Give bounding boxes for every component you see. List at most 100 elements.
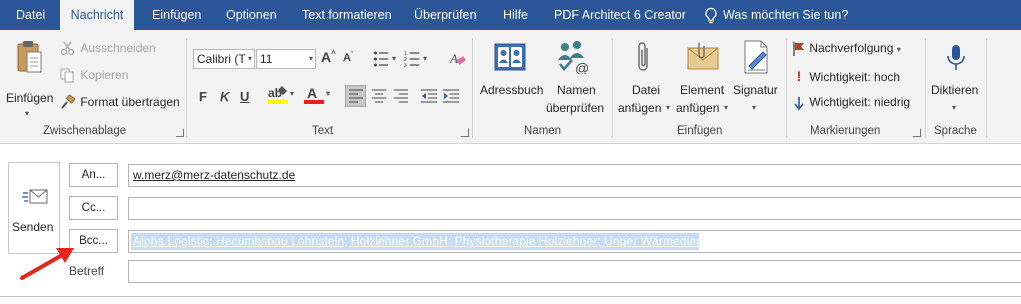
svg-text:▾: ▾ bbox=[290, 89, 294, 98]
attach-file-button[interactable]: Datei anfügen ▾ bbox=[617, 38, 675, 124]
font-size-combo[interactable]: 11 ▾ bbox=[256, 49, 316, 69]
tags-dialog-launcher[interactable] bbox=[913, 129, 921, 137]
grow-font-icon[interactable]: A^ bbox=[321, 49, 336, 65]
svg-text:▾: ▾ bbox=[423, 54, 427, 63]
send-envelope-icon bbox=[22, 189, 48, 204]
numbering-icon[interactable]: 1 2 3 ▾ bbox=[404, 50, 432, 68]
text-dialog-launcher[interactable] bbox=[461, 129, 469, 137]
tab-text-formatieren[interactable]: Text formatieren bbox=[302, 0, 392, 30]
font-name-combo[interactable]: Calibri (T ▾ bbox=[193, 49, 255, 69]
signature-button[interactable]: Signatur ▾ bbox=[733, 38, 779, 124]
tell-me-box[interactable]: Was möchten Sie tun? bbox=[704, 0, 848, 30]
flag-icon bbox=[793, 42, 804, 56]
check-names-label-1: Namen bbox=[557, 83, 596, 97]
attach-file-label-2: anfügen bbox=[618, 101, 662, 115]
copy-label: Kopieren bbox=[80, 68, 129, 82]
font-color-icon[interactable]: A ▾ bbox=[304, 84, 334, 106]
svg-text:▾: ▾ bbox=[326, 89, 330, 98]
group-divider bbox=[925, 38, 926, 138]
bcc-field[interactable]: Alpha Logistic; Hecumbsbau Lohnstein; Ho… bbox=[128, 230, 1021, 253]
align-right-icon[interactable] bbox=[394, 89, 408, 103]
to-field[interactable]: w.merz@merz-datenschutz.de bbox=[128, 164, 1021, 187]
tab-optionen[interactable]: Optionen bbox=[226, 0, 277, 30]
cc-field[interactable] bbox=[128, 197, 1021, 220]
signature-label: Signatur bbox=[733, 83, 778, 97]
clipboard-paste-icon bbox=[17, 41, 42, 73]
dictate-label: Diktieren bbox=[931, 83, 979, 97]
tab-pdf-architect[interactable]: PDF Architect 6 Creator bbox=[554, 0, 686, 30]
chevron-down-icon: ▾ bbox=[308, 54, 313, 63]
highlighter-icon[interactable]: ab ▾ bbox=[268, 84, 298, 106]
shrink-font-icon[interactable]: Aˇ bbox=[343, 52, 353, 64]
cc-button[interactable]: Cc... bbox=[69, 196, 118, 220]
check-names-icon: @ bbox=[558, 41, 589, 74]
svg-text:A: A bbox=[307, 85, 317, 101]
cut-button[interactable]: Ausschneiden bbox=[60, 41, 156, 56]
microphone-icon bbox=[947, 45, 965, 70]
high-importance-label: Wichtigkeit: hoch bbox=[809, 70, 901, 84]
group-label-include: Einfügen bbox=[677, 125, 723, 137]
scissors-icon bbox=[60, 41, 75, 56]
chevron-down-icon: ▾ bbox=[896, 45, 901, 55]
bcc-recipients[interactable]: Alpha Logistic; Hecumbsbau Lohnstein; Ho… bbox=[133, 234, 713, 248]
underline-button[interactable]: U bbox=[240, 89, 249, 104]
group-label-names: Namen bbox=[524, 125, 562, 137]
address-book-button[interactable]: Adressbuch bbox=[478, 40, 544, 120]
tab-nachricht[interactable]: Nachricht bbox=[60, 0, 134, 32]
bold-button[interactable]: F bbox=[199, 89, 207, 104]
align-center-icon[interactable] bbox=[372, 89, 386, 103]
to-button[interactable]: An... bbox=[69, 163, 118, 187]
paperclip-icon bbox=[638, 42, 648, 71]
tab-datei[interactable]: Datei bbox=[16, 0, 45, 30]
group-divider bbox=[472, 38, 473, 138]
clipboard-dialog-launcher[interactable] bbox=[176, 129, 184, 137]
ribbon-tab-bar: Datei Nachricht Einfügen Optionen Text f… bbox=[0, 0, 1021, 32]
chevron-down-icon: ▾ bbox=[247, 54, 252, 63]
follow-up-button[interactable]: Nachverfolgung ▾ bbox=[792, 41, 901, 57]
chevron-down-icon: ▾ bbox=[724, 103, 729, 112]
high-importance-button[interactable]: ! Wichtigkeit: hoch bbox=[792, 68, 900, 84]
send-label: Senden bbox=[12, 220, 54, 234]
chevron-down-icon: ▾ bbox=[752, 103, 757, 112]
italic-button[interactable]: K bbox=[220, 89, 229, 104]
subject-field[interactable] bbox=[128, 260, 1021, 283]
align-left-icon bbox=[349, 89, 363, 103]
cut-label: Ausschneiden bbox=[80, 41, 156, 55]
copy-icon bbox=[60, 68, 74, 83]
font-size-value: 11 bbox=[260, 52, 273, 66]
check-names-label-2: überprüfen bbox=[546, 101, 605, 115]
bullets-icon[interactable]: ▾ bbox=[373, 50, 399, 68]
body-divider bbox=[0, 296, 1021, 297]
format-painter-button[interactable]: Format übertragen bbox=[60, 94, 180, 110]
increase-indent-icon[interactable] bbox=[443, 89, 459, 103]
group-label-voice: Sprache bbox=[934, 125, 977, 137]
low-importance-label: Wichtigkeit: niedrig bbox=[809, 95, 911, 109]
svg-text:3: 3 bbox=[404, 63, 407, 68]
paste-button[interactable]: Einfügen ▾ bbox=[4, 38, 54, 124]
copy-button[interactable]: Kopieren bbox=[60, 68, 128, 83]
low-importance-button[interactable]: Wichtigkeit: niedrig bbox=[792, 95, 911, 111]
tab-einfuegen[interactable]: Einfügen bbox=[152, 0, 201, 30]
down-arrow-icon bbox=[794, 96, 804, 111]
to-recipient[interactable]: w.merz@merz-datenschutz.de bbox=[133, 168, 295, 182]
exclamation-icon: ! bbox=[796, 68, 802, 84]
attach-item-label-2: anfügen bbox=[676, 101, 720, 115]
group-divider bbox=[612, 38, 613, 138]
group-label-clipboard: Zwischenablage bbox=[43, 125, 127, 137]
decrease-indent-icon[interactable] bbox=[421, 89, 437, 103]
paste-label: Einfügen bbox=[6, 91, 54, 105]
chevron-down-icon: ▾ bbox=[666, 103, 671, 112]
attach-item-button[interactable]: Element anfügen ▾ bbox=[676, 38, 732, 124]
clear-formatting-icon[interactable]: A bbox=[449, 50, 467, 68]
tab-hilfe[interactable]: Hilfe bbox=[503, 0, 528, 30]
send-button[interactable]: Senden bbox=[8, 162, 60, 254]
paintbrush-icon bbox=[61, 94, 76, 109]
bcc-button[interactable]: Bcc... bbox=[69, 229, 118, 253]
paste-dropdown-arrow[interactable]: ▾ bbox=[25, 109, 29, 118]
tab-ueberpruefen[interactable]: Überprüfen bbox=[414, 0, 477, 30]
group-divider bbox=[186, 38, 187, 138]
font-name-value: Calibri (T bbox=[197, 52, 246, 66]
check-names-button[interactable]: @ Namen überprüfen bbox=[545, 40, 607, 120]
dictate-button[interactable]: Diktieren ▾ bbox=[929, 38, 983, 124]
address-book-icon bbox=[494, 43, 526, 71]
